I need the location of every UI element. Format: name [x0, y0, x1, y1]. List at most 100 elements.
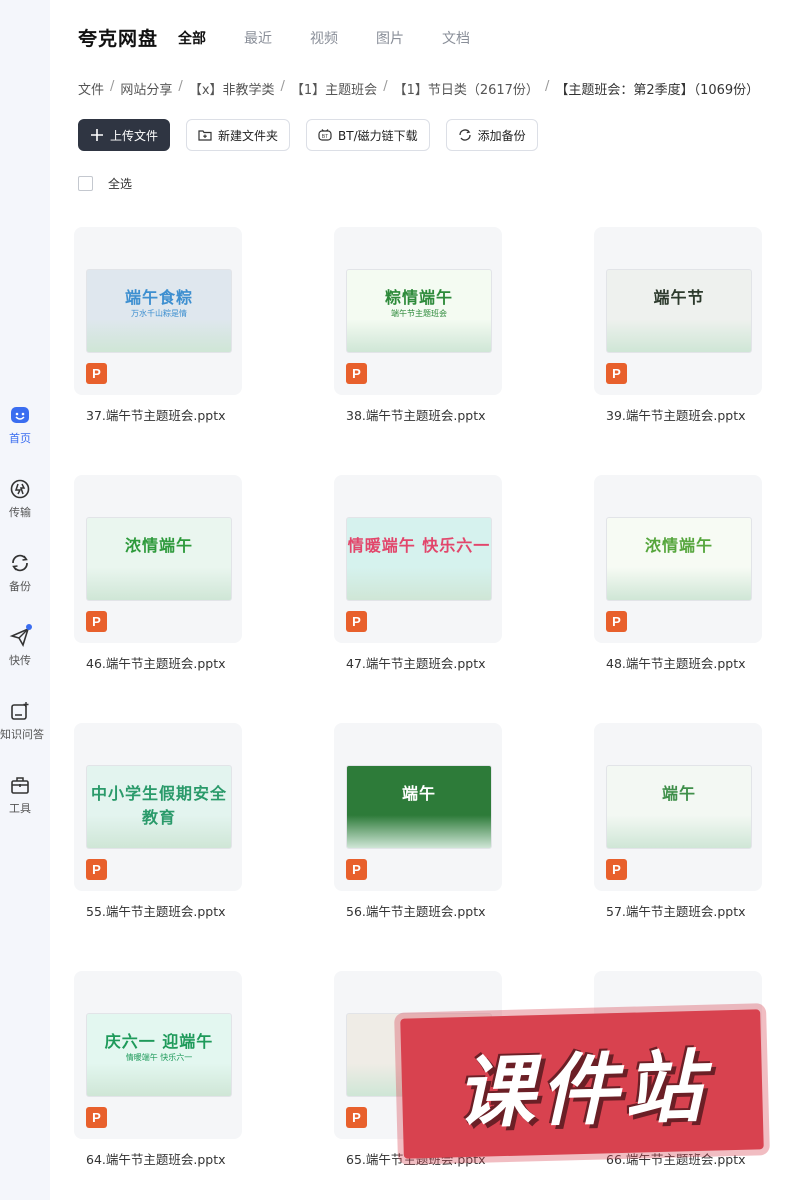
file-thumbnail-frame: 情暖端午 快乐六一 P	[334, 475, 502, 643]
file-name: 46.端午节主题班会.pptx	[86, 656, 226, 671]
file-name: 39.端午节主题班会.pptx	[606, 408, 746, 423]
file-thumbnail-image: 粽情端午 端午节主题班会	[346, 269, 492, 353]
tab-document[interactable]: 文档	[442, 28, 470, 48]
file-card[interactable]: 粽情端午 端午节主题班会 P 38.端午节主题班会.pptx	[334, 227, 502, 424]
select-all[interactable]: 全选	[78, 175, 132, 192]
file-thumbnail-frame: 粽情端午 端午节主题班会 P	[334, 227, 502, 395]
breadcrumb-current: 【主题班会：第2季度】（1069份）	[555, 83, 760, 98]
thumbnail-title: 庆六一 迎端午	[104, 1032, 214, 1051]
thumbnail-title: 中小学生假期安全教育	[90, 784, 227, 827]
new-folder-label: 新建文件夹	[218, 128, 279, 143]
file-name: 55.端午节主题班会.pptx	[86, 904, 226, 919]
file-card[interactable]: 端午节 P 39.端午节主题班会.pptx	[594, 227, 762, 424]
sidebar-item-tools[interactable]: 工具	[0, 774, 40, 816]
thumbnail-title: 情暖端午 快乐六一	[347, 536, 491, 555]
pptx-file-icon: P	[346, 611, 367, 632]
breadcrumb-item[interactable]: 【1】主题班会	[291, 79, 377, 98]
breadcrumb-item[interactable]: 网站分享	[120, 79, 172, 98]
folder-plus-icon	[198, 130, 212, 141]
sidebar-item-transfer[interactable]: 传输	[0, 478, 40, 520]
add-backup-label: 添加备份	[477, 128, 526, 143]
app-logo-text: 夸克网盘	[78, 28, 159, 50]
pptx-file-icon: P	[606, 611, 627, 632]
select-all-label: 全选	[108, 177, 133, 191]
file-thumbnail-image: 端午食粽万水千山粽是情	[86, 269, 232, 353]
sidebar-item-quick-send[interactable]: 快传	[0, 624, 40, 668]
sidebar-item-qa[interactable]: 知识问答	[0, 700, 44, 742]
breadcrumb-item[interactable]: 文件	[78, 79, 104, 98]
file-thumbnail-image: 浓情端午	[86, 517, 232, 601]
file-card[interactable]: 浓情端午 P 46.端午节主题班会.pptx	[74, 475, 242, 672]
file-thumbnail-image: 浓情端午	[606, 517, 752, 601]
thumbnail-title: 粽情端午	[384, 288, 453, 307]
file-thumbnail-image: 端午	[606, 765, 752, 849]
file-thumbnail-frame: 浓情端午 P	[74, 475, 242, 643]
file-thumbnail-frame: 端午节 P	[594, 227, 762, 395]
file-name: 47.端午节主题班会.pptx	[346, 656, 486, 671]
sidebar-item-label: 传输	[9, 506, 31, 519]
file-thumbnail-frame: 浓情端午 P	[594, 475, 762, 643]
pptx-file-icon: P	[86, 859, 107, 880]
thumbnail-subtitle: 情暖端午 快乐六一	[125, 1053, 193, 1062]
file-card[interactable]: 中小学生假期安全教育 P 55.端午节主题班会.pptx	[74, 723, 242, 920]
file-name: 64.端午节主题班会.pptx	[86, 1152, 226, 1167]
pptx-file-icon: P	[86, 363, 107, 384]
file-card[interactable]: 端午 P 56.端午节主题班会.pptx	[334, 723, 502, 920]
qa-icon	[11, 702, 29, 720]
sidebar-item-label: 备份	[9, 580, 31, 593]
tab-all[interactable]: 全部	[178, 28, 206, 48]
pptx-file-icon: P	[86, 1107, 107, 1128]
sync-icon	[458, 129, 471, 141]
sidebar-item-backup[interactable]: 备份	[0, 552, 40, 594]
file-name: 48.端午节主题班会.pptx	[606, 656, 746, 671]
file-thumbnail-image: 庆六一 迎端午情暖端午 快乐六一	[86, 1013, 232, 1097]
file-name: 37.端午节主题班会.pptx	[86, 408, 226, 423]
plus-icon	[91, 129, 103, 141]
sidebar-item-label: 工具	[9, 802, 31, 815]
upload-file-label: 上传文件	[110, 128, 159, 143]
pptx-file-icon: P	[606, 363, 627, 384]
thumbnail-title: 端午	[661, 784, 696, 803]
new-folder-button[interactable]: 新建文件夹	[186, 119, 291, 151]
thumbnail-title: 端午	[401, 784, 436, 803]
file-thumbnail-frame: 庆六一 迎端午情暖端午 快乐六一 P	[74, 971, 242, 1139]
sidebar-item-label: 快传	[9, 654, 31, 667]
file-thumbnail-frame: 端午 P	[334, 723, 502, 891]
file-card[interactable]: 庆六一 迎端午情暖端午 快乐六一 P 64.端午节主题班会.pptx	[74, 971, 242, 1168]
file-thumbnail-frame: 端午食粽万水千山粽是情 P	[74, 227, 242, 395]
select-all-checkbox[interactable]	[78, 176, 93, 191]
tab-image[interactable]: 图片	[376, 28, 404, 48]
watermark-text: 课件站	[455, 1042, 710, 1140]
tab-recent[interactable]: 最近	[244, 28, 272, 48]
breadcrumb: 文件 / 网站分享 / 【x】非教学类 / 【1】主题班会 / 【1】节日类（2617份…	[78, 79, 760, 98]
transfer-icon	[10, 479, 30, 499]
upload-file-button[interactable]: 上传文件	[78, 119, 171, 151]
tab-video[interactable]: 视频	[310, 28, 338, 48]
toolbox-icon	[11, 777, 29, 794]
thumbnail-title: 浓情端午	[644, 536, 713, 555]
breadcrumb-item[interactable]: 【1】节日类（2617份）	[394, 79, 539, 98]
backup-icon	[12, 554, 28, 572]
watermark-stamp: 课件站	[400, 1009, 764, 1159]
bt-magnet-download-button[interactable]: BT BT/磁力链下载	[306, 119, 430, 151]
file-card[interactable]: 浓情端午 P 48.端午节主题班会.pptx	[594, 475, 762, 672]
file-name: 57.端午节主题班会.pptx	[606, 904, 746, 919]
thumbnail-title: 端午食粽	[124, 288, 193, 307]
file-card[interactable]: 端午食粽万水千山粽是情 P 37.端午节主题班会.pptx	[74, 227, 242, 424]
toolbar: 上传文件 新建文件夹 BT BT/磁力链下载 添加备份	[78, 119, 538, 151]
file-card[interactable]: 情暖端午 快乐六一 P 47.端午节主题班会.pptx	[334, 475, 502, 672]
pptx-file-icon: P	[86, 611, 107, 632]
thumbnail-subtitle: 万水千山粽是情	[131, 309, 187, 318]
pptx-file-icon: P	[606, 859, 627, 880]
add-backup-button[interactable]: 添加备份	[445, 119, 538, 151]
category-tabs: 全部 最近 视频 图片 文档	[178, 28, 508, 48]
pptx-file-icon: P	[346, 1107, 367, 1128]
home-face-icon	[11, 407, 29, 423]
breadcrumb-item[interactable]: 【x】非教学类	[189, 79, 275, 98]
sidebar-item-label: 首页	[9, 432, 31, 445]
notification-dot	[26, 624, 32, 630]
file-card[interactable]: 端午 P 57.端午节主题班会.pptx	[594, 723, 762, 920]
thumbnail-title: 浓情端午	[124, 536, 193, 555]
file-thumbnail-image: 端午	[346, 765, 492, 849]
sidebar-item-home[interactable]: 首页	[0, 404, 40, 446]
